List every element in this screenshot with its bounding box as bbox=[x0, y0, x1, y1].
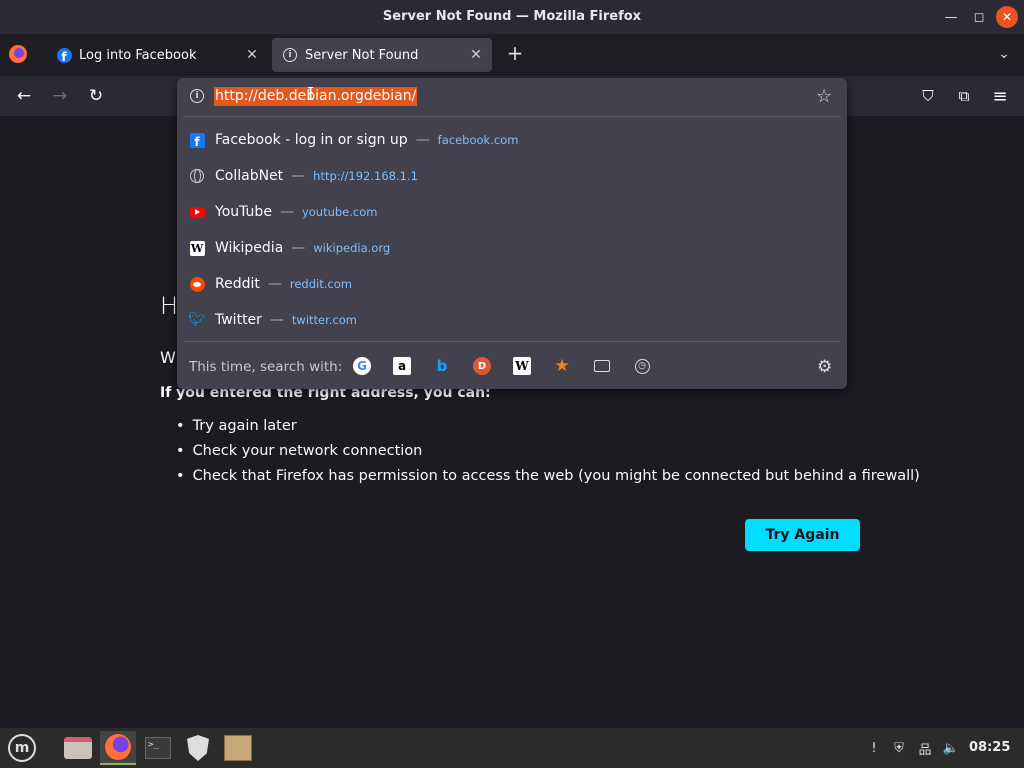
minimize-icon[interactable]: — bbox=[940, 6, 962, 28]
search-with-label: This time, search with: bbox=[189, 359, 343, 375]
suggestion-url: wikipedia.org bbox=[313, 241, 391, 255]
suggestion-title: Twitter bbox=[215, 312, 262, 328]
close-tab-icon[interactable]: ✕ bbox=[240, 47, 264, 63]
tab-label: Server Not Found bbox=[305, 47, 419, 63]
back-button[interactable]: ← bbox=[11, 84, 37, 108]
app-menu-icon[interactable]: ≡ bbox=[990, 86, 1010, 107]
taskbar-files[interactable] bbox=[60, 731, 96, 765]
taskbar-archive[interactable] bbox=[220, 731, 256, 765]
network-icon[interactable]: 品 bbox=[917, 740, 933, 758]
bing-icon[interactable]: b bbox=[433, 357, 451, 375]
shield-tray-icon[interactable]: ⛨ bbox=[891, 740, 907, 756]
urlbar[interactable]: i http://deb.debian.orgdebian/ I ☆ bbox=[177, 78, 847, 116]
extensions-icon[interactable]: ⧉ bbox=[954, 86, 974, 106]
reload-button[interactable]: ↻ bbox=[83, 84, 109, 108]
tab-server-not-found[interactable]: i Server Not Found ✕ bbox=[272, 38, 492, 72]
tab-log-into-facebook[interactable]: f Log into Facebook ✕ bbox=[46, 38, 268, 72]
taskbar: m >_ ! ⛨ 品 🔈 08:25 bbox=[0, 728, 1024, 768]
firefox-icon bbox=[9, 45, 27, 63]
close-tab-icon[interactable]: ✕ bbox=[464, 47, 488, 63]
divider bbox=[183, 341, 841, 342]
tabs-icon[interactable] bbox=[593, 357, 611, 375]
facebook-icon: f bbox=[56, 47, 72, 63]
start-menu-button[interactable]: m bbox=[4, 731, 40, 765]
error-subtitle: W bbox=[160, 348, 176, 367]
window-titlebar: Server Not Found — Mozilla Firefox — ◻ ✕ bbox=[0, 0, 1024, 34]
suggestion-title: YouTube bbox=[215, 204, 272, 220]
close-window-icon[interactable]: ✕ bbox=[996, 6, 1018, 28]
firefox-view-button[interactable] bbox=[8, 44, 32, 66]
reddit-icon bbox=[188, 275, 206, 293]
suggestion-title: CollabNet bbox=[215, 168, 284, 184]
wikipedia-search-icon[interactable]: W bbox=[513, 357, 531, 375]
suggestion-youtube[interactable]: YouTube — youtube.com bbox=[177, 194, 847, 230]
suggestion-url: youtube.com bbox=[301, 205, 378, 219]
mint-menu-icon: m bbox=[8, 734, 36, 762]
suggestion-reddit[interactable]: Reddit — reddit.com bbox=[177, 266, 847, 302]
facebook-icon: f bbox=[188, 131, 206, 149]
forward-button[interactable]: → bbox=[47, 84, 73, 108]
search-settings-icon[interactable]: ⚙ bbox=[817, 357, 832, 377]
text-cursor-icon: I bbox=[307, 84, 315, 105]
taskbar-security[interactable] bbox=[180, 731, 216, 765]
pocket-icon[interactable]: ⛉ bbox=[918, 86, 938, 106]
bookmark-star-icon[interactable]: ☆ bbox=[816, 86, 832, 107]
amazon-icon[interactable]: a bbox=[393, 357, 411, 375]
bookmarks-icon[interactable]: ★ bbox=[553, 356, 571, 376]
tab-label: Log into Facebook bbox=[79, 47, 197, 63]
globe-icon bbox=[188, 167, 206, 185]
update-icon[interactable]: ! bbox=[866, 740, 882, 756]
terminal-icon: >_ bbox=[145, 737, 171, 759]
divider bbox=[183, 116, 841, 117]
suggestion-facebook[interactable]: f Facebook - log in or sign up — faceboo… bbox=[177, 122, 847, 158]
taskbar-terminal[interactable]: >_ bbox=[140, 731, 176, 765]
error-title: H bbox=[160, 292, 179, 320]
suggestion-url: facebook.com bbox=[437, 133, 519, 147]
wikipedia-icon: W bbox=[189, 240, 205, 256]
site-info-icon[interactable]: i bbox=[190, 89, 204, 103]
taskbar-firefox[interactable] bbox=[100, 731, 136, 765]
list-item: Check your network connection bbox=[176, 439, 920, 464]
suggestion-url: reddit.com bbox=[289, 277, 352, 291]
duckduckgo-icon[interactable]: D bbox=[473, 357, 491, 375]
new-tab-button[interactable]: + bbox=[504, 42, 526, 66]
suggestion-title: Wikipedia bbox=[215, 240, 284, 256]
youtube-icon bbox=[188, 203, 206, 221]
package-icon bbox=[224, 735, 252, 761]
list-item: Try again later bbox=[176, 414, 920, 439]
shield-icon bbox=[187, 735, 209, 761]
folder-icon bbox=[64, 737, 92, 759]
clock[interactable]: 08:25 bbox=[969, 740, 1010, 755]
twitter-icon: 🐦︎ bbox=[188, 312, 206, 328]
one-off-search-row: This time, search with: bbox=[177, 348, 847, 386]
error-suggestions-list: Try again later Check your network conne… bbox=[176, 414, 920, 489]
firefox-icon bbox=[105, 734, 131, 760]
google-icon[interactable]: G bbox=[353, 357, 371, 375]
url-input[interactable]: http://deb.debian.orgdebian/ bbox=[214, 87, 418, 106]
urlbar-dropdown: i http://deb.debian.orgdebian/ I ☆ f Fac… bbox=[177, 78, 847, 389]
info-icon: i bbox=[282, 47, 298, 63]
suggestion-url: http://192.168.1.1 bbox=[313, 169, 418, 183]
window-title: Server Not Found — Mozilla Firefox bbox=[382, 9, 642, 24]
list-all-tabs-icon[interactable]: ⌄ bbox=[994, 42, 1014, 66]
suggestion-twitter[interactable]: 🐦︎ Twitter — twitter.com bbox=[177, 302, 847, 338]
maximize-icon[interactable]: ◻ bbox=[968, 6, 990, 28]
suggestion-title: Facebook - log in or sign up bbox=[215, 132, 408, 148]
suggestion-wikipedia[interactable]: W Wikipedia — wikipedia.org bbox=[177, 230, 847, 266]
volume-icon[interactable]: 🔈 bbox=[943, 740, 959, 756]
list-item: Check that Firefox has permission to acc… bbox=[176, 464, 920, 489]
history-icon[interactable]: ◷ bbox=[633, 357, 651, 375]
suggestion-title: Reddit bbox=[215, 276, 260, 292]
suggestion-collabnet[interactable]: CollabNet — http://192.168.1.1 bbox=[177, 158, 847, 194]
try-again-button[interactable]: Try Again bbox=[745, 519, 860, 551]
suggestion-url: twitter.com bbox=[291, 313, 358, 327]
